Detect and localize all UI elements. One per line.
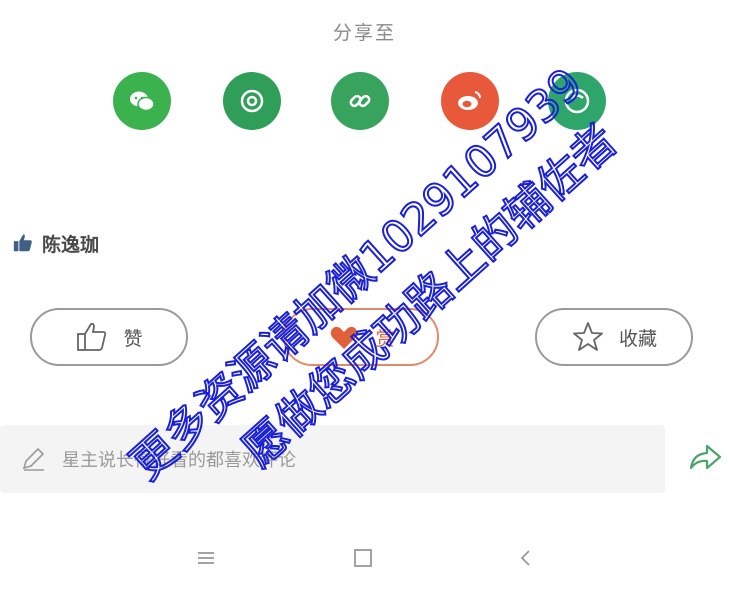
reward-heart-icon [331,326,358,349]
favorite-button[interactable]: 收藏 [535,308,693,366]
comment-placeholder: 星主说长得好看的都喜欢评论 [62,450,296,471]
nav-back-button[interactable] [506,538,546,578]
likes-row: 陈逸珈 [12,229,99,257]
link-icon [349,94,371,108]
message-icon [564,88,590,114]
nav-home-button[interactable] [343,538,383,578]
pencil-icon [22,447,45,471]
weibo-share-button[interactable] [441,72,499,130]
star-icon [573,322,603,351]
favorite-label: 收藏 [618,327,657,350]
reward-label: 赏 [375,327,395,350]
nav-menu-button[interactable] [186,538,226,578]
menu-icon [198,552,214,564]
system-nav-bar [0,528,729,588]
message-share-button[interactable] [548,72,606,130]
thumbs-up-icon [13,234,32,252]
thumbs-up-icon [77,322,107,351]
copy-link-button[interactable] [331,72,389,130]
share-button[interactable] [685,438,725,478]
weibo-icon [458,91,482,110]
watermark-line-2: 愿做您成功路上的辅佐者 [233,115,627,477]
comment-input[interactable]: 星主说长得好看的都喜欢评论 [0,425,665,493]
moments-icon [240,89,264,113]
wechat-share-button[interactable] [113,72,171,130]
like-label: 赞 [123,327,143,350]
share-title: 分享至 [332,22,396,44]
reward-button[interactable]: 赏 [283,308,439,366]
square-home-icon [354,549,372,567]
back-chevron-icon [520,550,530,566]
moments-share-button[interactable] [223,72,281,130]
liker-name: 陈逸珈 [42,233,100,256]
share-arrow-icon [689,444,722,470]
like-button[interactable]: 赞 [30,308,188,366]
wechat-icon [130,91,155,112]
share-options [0,72,729,132]
